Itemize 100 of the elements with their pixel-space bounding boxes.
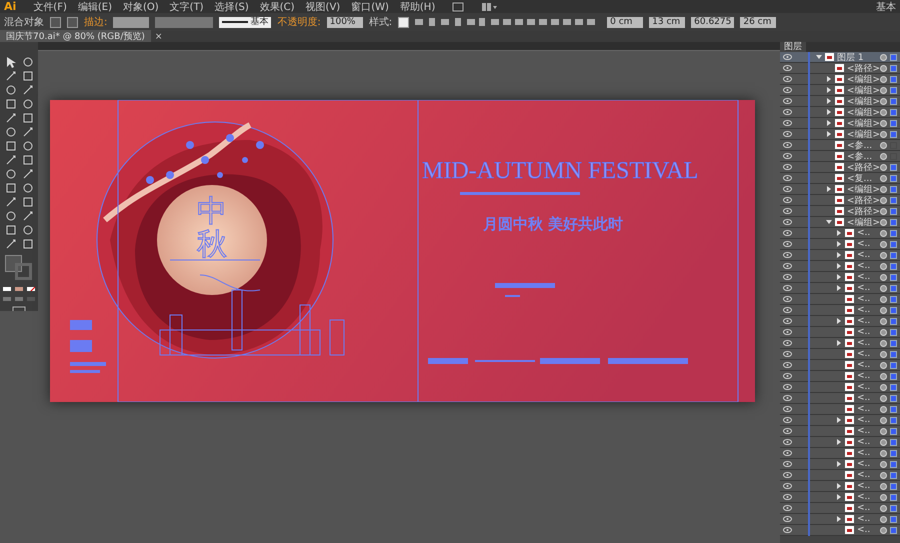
target-circle-icon[interactable] xyxy=(880,174,887,182)
layer-row[interactable]: <.. xyxy=(780,338,900,349)
target-circle-icon[interactable] xyxy=(880,340,887,346)
eye-icon[interactable] xyxy=(783,373,792,379)
selection-arrow-icon[interactable] xyxy=(4,56,16,68)
eye-icon[interactable] xyxy=(783,120,792,126)
layer-row[interactable]: <.. xyxy=(780,371,900,382)
target-circle-icon[interactable] xyxy=(880,372,887,380)
eye-icon[interactable] xyxy=(783,54,792,60)
target-circle-icon[interactable] xyxy=(880,318,887,324)
target-circle-icon[interactable] xyxy=(880,472,887,478)
target-circle-icon[interactable] xyxy=(880,230,887,236)
target-circle-icon[interactable] xyxy=(880,362,887,368)
selection-indicator[interactable] xyxy=(890,164,897,170)
x-position-field[interactable]: 0 cm xyxy=(607,16,644,28)
selection-indicator[interactable] xyxy=(890,274,897,280)
target-circle-icon[interactable] xyxy=(880,306,887,314)
eye-icon[interactable] xyxy=(783,362,792,368)
eye-icon[interactable] xyxy=(783,230,792,236)
selection-indicator[interactable] xyxy=(890,504,897,512)
target-circle-icon[interactable] xyxy=(880,482,887,490)
eye-icon[interactable] xyxy=(783,219,792,225)
layer-row[interactable]: <编组> xyxy=(780,96,900,107)
menu-item[interactable]: 文字(T) xyxy=(170,0,204,14)
target-circle-icon[interactable] xyxy=(880,142,887,148)
layer-row[interactable]: <.. xyxy=(780,316,900,327)
selection-indicator[interactable] xyxy=(890,516,897,522)
target-circle-icon[interactable] xyxy=(880,240,887,248)
target-circle-icon[interactable] xyxy=(880,350,887,358)
disclosure-triangle-icon[interactable] xyxy=(836,274,842,280)
layer-row[interactable]: <.. xyxy=(780,404,900,415)
menu-item[interactable]: 视图(V) xyxy=(306,0,340,14)
eye-icon[interactable] xyxy=(783,428,792,434)
selection-indicator[interactable] xyxy=(890,230,897,236)
selection-indicator[interactable] xyxy=(890,526,897,534)
eye-icon[interactable] xyxy=(783,406,792,412)
selection-indicator[interactable] xyxy=(890,394,897,402)
selection-indicator[interactable] xyxy=(890,54,897,60)
menu-item[interactable]: 窗口(W) xyxy=(351,0,389,14)
disclosure-triangle-icon[interactable] xyxy=(836,516,842,522)
eye-icon[interactable] xyxy=(783,153,792,159)
close-tab-button[interactable]: × xyxy=(150,32,166,42)
eye-icon[interactable] xyxy=(783,472,792,478)
eye-icon[interactable] xyxy=(783,131,792,137)
fill-stroke-swatches[interactable] xyxy=(5,255,33,281)
eye-icon[interactable] xyxy=(783,175,792,181)
eye-icon[interactable] xyxy=(783,516,792,522)
eye-icon[interactable] xyxy=(783,494,792,500)
eye-icon[interactable] xyxy=(783,318,792,324)
selection-indicator[interactable] xyxy=(890,86,897,94)
eye-icon[interactable] xyxy=(783,329,792,335)
menu-item[interactable]: 编辑(E) xyxy=(78,0,112,14)
selection-indicator[interactable] xyxy=(890,340,897,346)
layer-row[interactable]: <.. xyxy=(780,393,900,404)
selection-indicator[interactable] xyxy=(890,482,897,490)
selection-indicator[interactable] xyxy=(890,218,897,226)
selection-indicator[interactable] xyxy=(890,98,897,104)
menu-item[interactable]: 对象(O) xyxy=(122,0,159,14)
layer-row[interactable]: 图层 1 xyxy=(780,52,900,63)
selection-indicator[interactable] xyxy=(890,460,897,468)
layer-row[interactable]: <.. xyxy=(780,349,900,360)
layer-row[interactable]: <.. xyxy=(780,492,900,503)
eye-icon[interactable] xyxy=(783,384,792,390)
layer-row[interactable]: <参... xyxy=(780,151,900,162)
eye-icon[interactable] xyxy=(783,351,792,357)
layer-row[interactable]: <.. xyxy=(780,250,900,261)
layer-row[interactable]: <.. xyxy=(780,294,900,305)
target-circle-icon[interactable] xyxy=(880,274,887,280)
align-icons-drawing[interactable] xyxy=(415,17,486,27)
style-swatch[interactable] xyxy=(398,16,410,28)
disclosure-triangle-icon[interactable] xyxy=(826,98,832,104)
disclosure-triangle-icon[interactable] xyxy=(816,54,822,60)
disclosure-triangle-icon[interactable] xyxy=(826,109,832,115)
selection-indicator[interactable] xyxy=(890,108,897,116)
target-circle-icon[interactable] xyxy=(880,296,887,302)
eye-icon[interactable] xyxy=(783,307,792,313)
eye-icon[interactable] xyxy=(783,285,792,291)
eye-icon[interactable] xyxy=(783,505,792,511)
layer-row[interactable]: <参... xyxy=(780,140,900,151)
opacity-field[interactable]: 100% xyxy=(326,16,363,28)
target-circle-icon[interactable] xyxy=(880,152,887,160)
layer-row[interactable]: <路径> xyxy=(780,162,900,173)
target-circle-icon[interactable] xyxy=(880,516,887,522)
menu-item[interactable]: 选择(S) xyxy=(214,0,249,14)
target-circle-icon[interactable] xyxy=(880,262,887,270)
layers-tab[interactable]: 图层 xyxy=(780,42,806,52)
menu-item[interactable]: 效果(C) xyxy=(260,0,295,14)
menu-item[interactable]: 文件(F) xyxy=(33,0,67,14)
disclosure-triangle-icon[interactable] xyxy=(836,285,842,291)
layer-row[interactable]: <.. xyxy=(780,360,900,371)
layer-row[interactable]: <.. xyxy=(780,448,900,459)
eye-icon[interactable] xyxy=(783,241,792,247)
disclosure-triangle-icon[interactable] xyxy=(836,241,842,247)
stroke-swatch[interactable] xyxy=(67,16,78,28)
eye-icon[interactable] xyxy=(783,65,792,71)
layer-row[interactable]: <.. xyxy=(780,239,900,250)
disclosure-triangle-icon[interactable] xyxy=(836,483,842,489)
selection-indicator[interactable] xyxy=(890,120,897,126)
stroke-weight-field[interactable] xyxy=(113,16,150,28)
selection-indicator[interactable] xyxy=(890,406,897,412)
